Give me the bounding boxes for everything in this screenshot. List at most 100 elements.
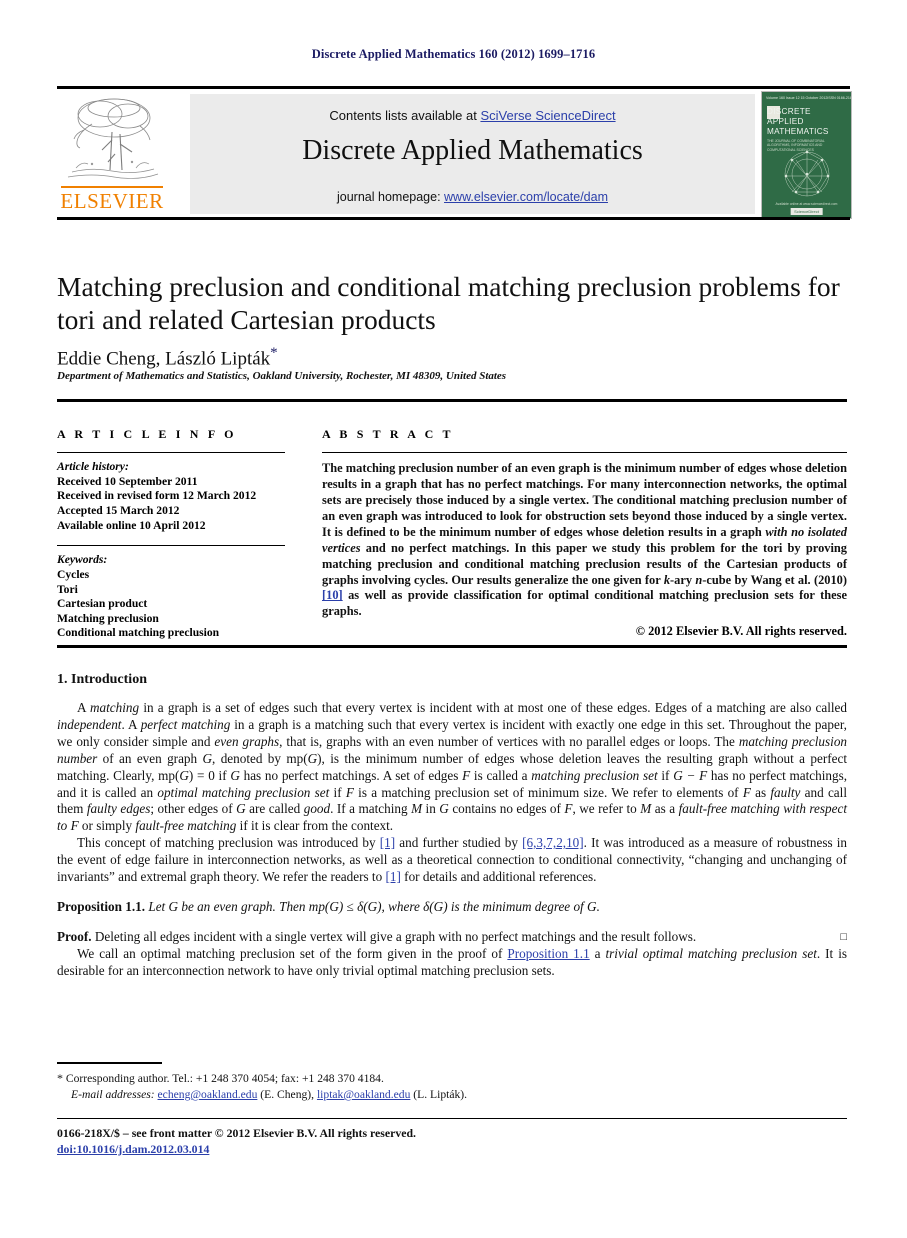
p1-t: . If a matching	[330, 801, 412, 817]
var-G: G	[236, 801, 246, 817]
var-M: M	[640, 801, 652, 817]
proposition-1-1: Proposition 1.1. Let G be an even graph.…	[57, 899, 847, 916]
contents-available-line: Contents lists available at SciVerse Sci…	[190, 108, 755, 123]
proof-label: Proof.	[57, 928, 92, 944]
keywords-label: Keywords:	[57, 553, 108, 567]
var-G: G	[230, 767, 240, 783]
p3-b: a	[589, 945, 606, 961]
citation-group[interactable]: [6,3,7,2,10]	[522, 835, 584, 850]
corresponding-author-text: Corresponding author. Tel.: +1 248 370 4…	[63, 1072, 384, 1085]
term-faulty: faulty	[770, 784, 801, 800]
email-link-liptak[interactable]: liptak@oakland.edu	[317, 1088, 410, 1101]
abstract-part-5: as well as provide classification for op…	[322, 588, 847, 619]
article-info-rule	[57, 452, 285, 454]
p2-a: This concept of matching preclusion was …	[77, 835, 380, 851]
p1-k: is called a	[470, 767, 532, 783]
p1-o: is a matching preclusion set of minimum …	[353, 784, 743, 800]
var-G: G	[433, 898, 444, 914]
cover-title: DISCRETE APPLIED MATHEMATICS	[767, 107, 829, 136]
doi-link[interactable]: doi:10.1016/j.dam.2012.03.014	[57, 1142, 209, 1156]
history-accepted: Accepted 15 March 2012	[57, 503, 180, 517]
var-G: G	[179, 767, 189, 783]
article-info-column: A R T I C L E I N F O Article history: R…	[57, 427, 297, 641]
cover-volume-text: Volume 160 Issue 12 15 October 2012	[766, 96, 828, 100]
email2-owner: (L. Lipták).	[410, 1088, 468, 1101]
p3-a: We call an optimal matching preclusion s…	[77, 945, 508, 961]
p2-d: for details and additional references.	[400, 869, 597, 885]
keywords-rule	[57, 545, 285, 547]
paper-page: Discrete Applied Mathematics 160 (2012) …	[0, 0, 907, 1238]
p2-b: and further studied by	[395, 835, 523, 851]
p1-v: contains no edges of	[448, 801, 565, 817]
p1-c: . A	[121, 716, 141, 732]
author-list: Eddie Cheng, László Lipták*	[57, 345, 847, 370]
var-F: F	[742, 784, 751, 800]
abstract-part-3: -ary	[670, 572, 696, 587]
corresponding-author-note: * Corresponding author. Tel.: +1 248 370…	[57, 1070, 757, 1087]
elsevier-wordmark: ELSEVIER	[60, 189, 164, 213]
citation-1-again[interactable]: [1]	[385, 869, 400, 884]
paragraph-1: A matching in a graph is a set of edges …	[57, 700, 847, 835]
journal-homepage-link[interactable]: www.elsevier.com/locate/dam	[444, 190, 608, 204]
article-info-heading: A R T I C L E I N F O	[57, 427, 237, 441]
p1-l: if	[657, 767, 674, 783]
abstract-part-4: -cube by Wang et al. (2010)	[702, 572, 847, 587]
homepage-prefix: journal homepage:	[337, 190, 445, 204]
p1-w: , we refer to	[572, 801, 641, 817]
p1-r: ; other edges of	[150, 801, 237, 817]
paragraph-2: This concept of matching preclusion was …	[57, 835, 847, 886]
p1-i: ) = 0 if	[188, 767, 231, 783]
var-G: G	[168, 898, 179, 914]
prop-a: Let	[145, 898, 169, 914]
p1-n: if	[329, 784, 346, 800]
email-link-cheng[interactable]: echeng@oakland.edu	[158, 1088, 258, 1101]
journal-cover-thumbnail: Volume 160 Issue 12 15 October 2012 ISSN…	[761, 91, 852, 219]
sciencedirect-link[interactable]: SciVerse ScienceDirect	[480, 108, 615, 123]
cover-footer-text: Available online at www.sciencedirect.co…	[775, 202, 838, 206]
keyword-item: Matching preclusion	[57, 611, 159, 625]
term-perfect-matching: perfect matching	[140, 716, 231, 732]
term-good: good	[303, 801, 331, 817]
cover-graph-icon	[784, 150, 830, 197]
proof-block: □ Proof. Deleting all edges incident with…	[57, 929, 847, 946]
abstract-text: The matching preclusion number of an eve…	[322, 461, 847, 620]
var-G: G	[439, 801, 449, 817]
footnote-rule	[57, 1062, 162, 1065]
expr-G-minus-F: G − F	[673, 767, 708, 783]
term-even-graphs: even graphs	[214, 733, 280, 749]
masthead-top-rule	[57, 86, 850, 89]
footnote-block: * Corresponding author. Tel.: +1 248 370…	[57, 1070, 757, 1103]
p1-a: A	[77, 700, 91, 715]
citation-1[interactable]: [1]	[380, 835, 395, 850]
corresponding-author-marker: *	[270, 345, 278, 361]
journal-homepage-line: journal homepage: www.elsevier.com/locat…	[190, 190, 755, 204]
elsevier-tree-icon	[67, 98, 159, 179]
journal-masthead: ELSEVIER Contents lists available at Sci…	[57, 86, 852, 220]
var-G: G	[202, 750, 213, 766]
masthead-bottom-rule	[57, 217, 850, 220]
cover-topbar: Volume 160 Issue 12 15 October 2012 ISSN…	[766, 96, 851, 103]
qed-symbol: □	[840, 930, 847, 943]
term-mp-set: matching preclusion set	[531, 767, 658, 783]
prop-f: .	[596, 898, 600, 914]
term-independent: independent	[57, 716, 122, 732]
p1-aa: if it is clear from the context.	[236, 818, 394, 834]
email-label: E-mail addresses:	[71, 1088, 155, 1101]
elsevier-logo: ELSEVIER	[60, 94, 164, 214]
var-G: G	[367, 898, 378, 914]
term-optimal-mp-set: optimal matching preclusion set	[157, 784, 330, 800]
keyword-item: Cartesian product	[57, 597, 148, 611]
p1-x: as a	[651, 801, 679, 817]
var-G: G	[307, 750, 318, 766]
proposition-crossref[interactable]: Proposition 1.1	[507, 946, 589, 961]
p1-p: as	[750, 784, 771, 800]
p1-f: of an even graph	[97, 750, 203, 766]
body-text: A matching in a graph is a set of edges …	[57, 700, 847, 980]
abstract-citation-10[interactable]: [10]	[322, 588, 343, 602]
proposition-label: Proposition 1.1.	[57, 898, 146, 914]
var-G: G	[587, 898, 597, 914]
p1-g: , denoted by mp(	[212, 750, 308, 766]
p1-j: has no perfect matchings. A set of edges	[239, 767, 463, 783]
email1-owner: (E. Cheng),	[257, 1088, 315, 1101]
p1-s: are called	[245, 801, 304, 817]
